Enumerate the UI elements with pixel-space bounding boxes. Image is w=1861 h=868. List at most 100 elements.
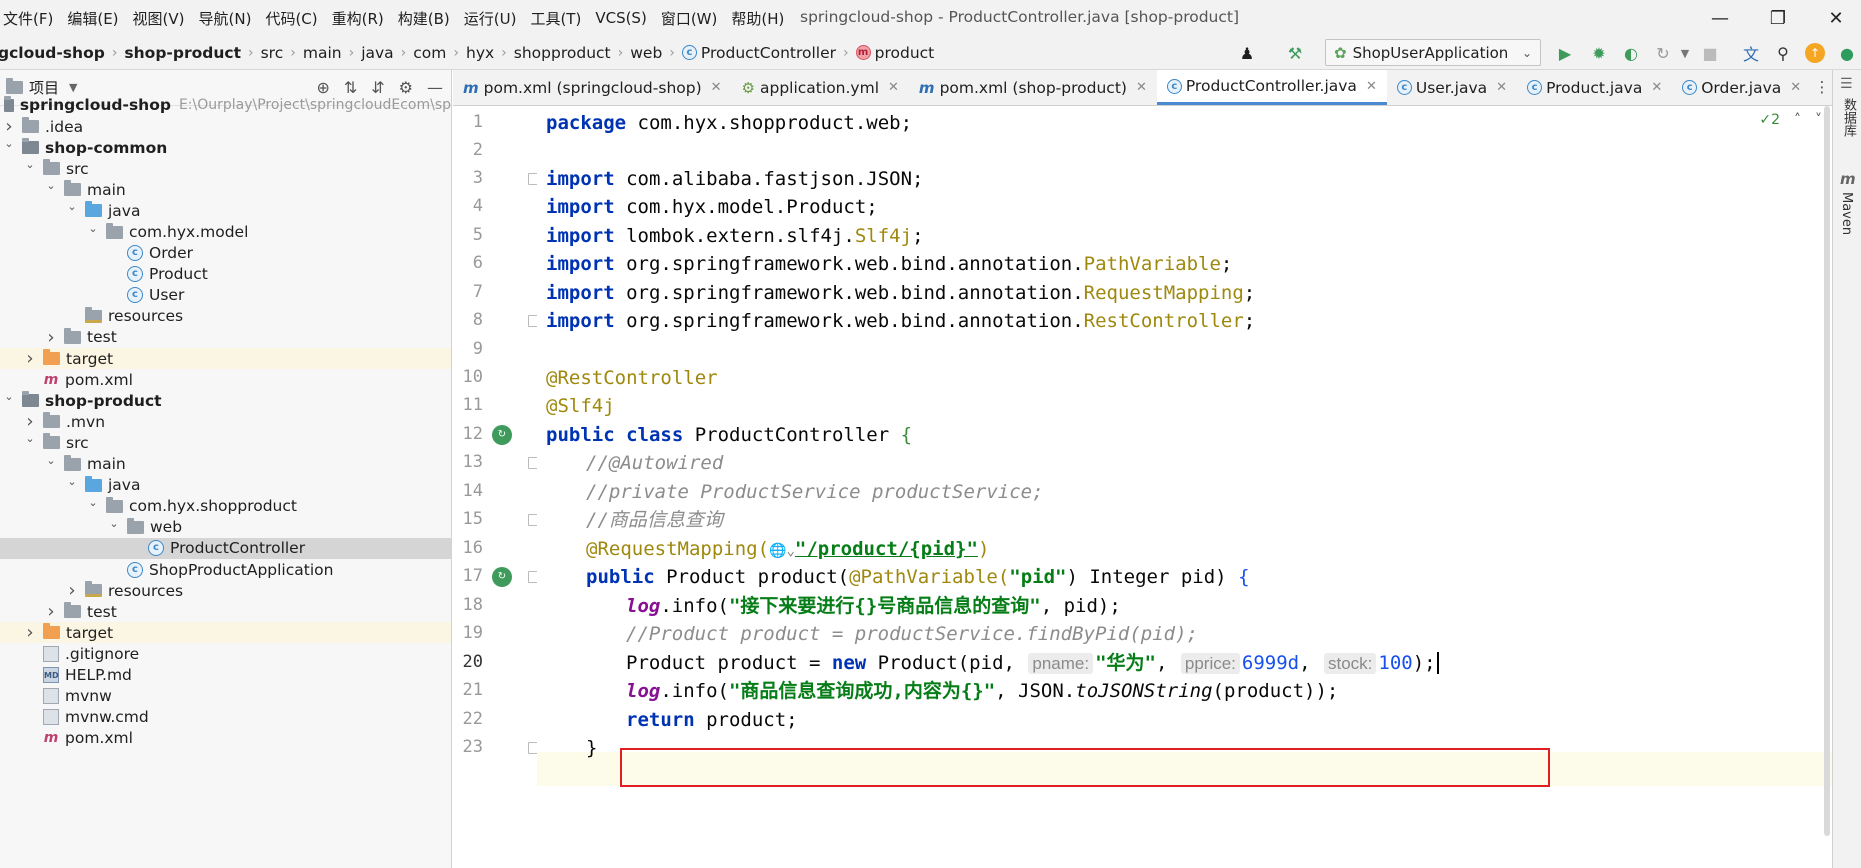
menu-item[interactable]: 重构(R)	[325, 8, 391, 29]
tree-item[interactable]: ⌄ java	[0, 475, 451, 496]
menu-item[interactable]: 运行(U)	[457, 8, 524, 29]
menu-item[interactable]: 帮助(H)	[724, 8, 791, 29]
close-tab-icon[interactable]: ✕	[888, 80, 899, 95]
maximize-icon[interactable]: ❐	[1755, 0, 1801, 36]
tree-item[interactable]: ⌄ com.hyx.model	[0, 221, 451, 242]
database-tool-button[interactable]: 数据库	[1839, 98, 1858, 137]
chevron-right-icon[interactable]: ›	[44, 327, 58, 348]
close-tab-icon[interactable]: ✕	[1366, 79, 1377, 94]
breadcrumb-item[interactable]: gcloud-shop	[0, 44, 105, 62]
breadcrumb-item[interactable]: shop-product	[124, 44, 241, 62]
chevron-down-icon[interactable]: ⌄	[86, 496, 100, 509]
chevron-right-icon[interactable]: ›	[23, 622, 37, 643]
maven-tool-button[interactable]: Maven	[1839, 192, 1854, 235]
debug-icon[interactable]: ✹	[1588, 42, 1610, 64]
tree-item[interactable]: m pom.xml	[0, 369, 451, 390]
chevron-right-icon[interactable]: ›	[23, 411, 37, 432]
spring-bean-icon[interactable]: ↻	[492, 425, 512, 445]
more-run-icon[interactable]: ▼	[1674, 42, 1696, 64]
breadcrumb-item[interactable]: product	[875, 44, 935, 62]
chevron-down-icon[interactable]: ⌄	[2, 390, 16, 403]
chevron-up-icon[interactable]: ˄	[1794, 112, 1801, 128]
tree-root[interactable]: springcloud-shop E:\Ourplay\Project\spri…	[0, 94, 451, 116]
chevron-down-icon[interactable]: ⌄	[2, 137, 16, 150]
tree-item[interactable]: MD HELP.md	[0, 664, 451, 685]
editor-tab[interactable]: ⚙ application.yml ✕	[732, 70, 909, 105]
update-icon[interactable]: ↑	[1804, 42, 1826, 64]
editor-tab[interactable]: c Order.java ✕	[1672, 70, 1811, 105]
breadcrumb-item[interactable]: hyx	[466, 44, 494, 62]
menu-item[interactable]: 导航(N)	[192, 8, 259, 29]
editor-tab[interactable]: m pom.xml (shop-product) ✕	[909, 70, 1157, 105]
chevron-down-icon[interactable]: ˅	[1815, 112, 1822, 128]
tree-item[interactable]: › target	[0, 348, 451, 370]
tree-item[interactable]: m pom.xml	[0, 728, 451, 749]
menu-item[interactable]: 代码(C)	[258, 8, 324, 29]
run-icon[interactable]: ▶	[1554, 42, 1576, 64]
tree-item[interactable]: › test	[0, 601, 451, 622]
tree-item[interactable]: ⌄ src	[0, 432, 451, 453]
breadcrumb-item[interactable]: main	[303, 44, 342, 62]
breadcrumb-item[interactable]: com	[413, 44, 446, 62]
tree-item[interactable]: c ShopProductApplication	[0, 559, 451, 580]
tree-item[interactable]: ⌄ src	[0, 158, 451, 179]
plugin-icon[interactable]: ●	[1836, 42, 1858, 64]
close-icon[interactable]: ✕	[1813, 0, 1859, 36]
tree-item[interactable]: › target	[0, 622, 451, 644]
tree-item[interactable]: mvnw.cmd	[0, 707, 451, 728]
menu-item[interactable]: 窗口(W)	[654, 8, 725, 29]
globe-icon[interactable]: 🌐⌄	[769, 543, 795, 559]
scrollbar-thumb[interactable]	[1824, 106, 1830, 836]
menu-item[interactable]: 编辑(E)	[60, 8, 125, 29]
chevron-down-icon[interactable]: ⌄	[44, 179, 58, 192]
spring-bean-icon[interactable]: ↻	[492, 567, 512, 587]
tree-item[interactable]: ⌄ java	[0, 200, 451, 221]
chevron-down-icon[interactable]: ⌄	[44, 454, 58, 467]
code-editor[interactable]: ✓2 ˄ ˅ package com.hyx.shopproduct.web; …	[537, 106, 1832, 868]
build-hammer-icon[interactable]: ⚒	[1284, 42, 1306, 64]
chevron-down-icon[interactable]: ⌄	[23, 158, 37, 171]
tree-item[interactable]: ⌄ main	[0, 454, 451, 475]
menu-item[interactable]: VCS(S)	[588, 9, 653, 27]
editor-scrollbar[interactable]	[1822, 106, 1832, 836]
chevron-right-icon[interactable]: ›	[23, 348, 37, 369]
tree-item[interactable]: › test	[0, 327, 451, 348]
search-icon[interactable]: ⚲	[1772, 42, 1794, 64]
editor-tab[interactable]: c User.java ✕	[1387, 70, 1517, 105]
inspection-widget[interactable]: ✓2 ˄ ˅	[1759, 112, 1822, 128]
tree-item[interactable]: c Product	[0, 264, 451, 285]
translate-icon[interactable]: 文	[1740, 42, 1762, 64]
chevron-down-icon[interactable]: ⌄	[23, 432, 37, 445]
chevron-down-icon[interactable]: ⌄	[65, 200, 79, 213]
tree-item[interactable]: ⌄ main	[0, 179, 451, 200]
tabs-menu-icon[interactable]: ⋮	[1812, 78, 1832, 96]
tree-item[interactable]: › .idea	[0, 116, 451, 137]
chevron-down-icon[interactable]: ▼	[69, 81, 77, 94]
profile-icon[interactable]: ↻	[1652, 42, 1674, 64]
menu-item[interactable]: 视图(V)	[126, 8, 192, 29]
tree-item[interactable]: c ProductController	[0, 537, 451, 559]
menu-item[interactable]: 工具(T)	[523, 8, 588, 29]
editor-tab[interactable]: c Product.java ✕	[1517, 70, 1672, 105]
tree-item[interactable]: › .mvn	[0, 411, 451, 432]
chevron-right-icon[interactable]: ›	[65, 580, 79, 601]
breadcrumb-item[interactable]: ProductController	[701, 44, 836, 62]
chevron-down-icon[interactable]: ⌄	[86, 222, 100, 235]
close-tab-icon[interactable]: ✕	[1496, 80, 1507, 95]
editor-tab[interactable]: c ProductController.java ✕	[1156, 70, 1387, 105]
tree-item[interactable]: .gitignore	[0, 643, 451, 664]
menu-item[interactable]: 构建(B)	[391, 8, 457, 29]
tree-item[interactable]: c User	[0, 285, 451, 306]
breadcrumb-item[interactable]: src	[261, 44, 284, 62]
tree-item[interactable]: ⌄ shop-common	[0, 137, 451, 158]
breadcrumb-item[interactable]: java	[361, 44, 393, 62]
close-tab-icon[interactable]: ✕	[1651, 80, 1662, 95]
minimize-icon[interactable]: —	[1697, 0, 1743, 36]
tree-item[interactable]: ⌄ shop-product	[0, 390, 451, 411]
user-icon[interactable]: ♟	[1236, 42, 1258, 64]
close-tab-icon[interactable]: ✕	[711, 80, 722, 95]
close-tab-icon[interactable]: ✕	[1790, 80, 1801, 95]
tree-item[interactable]: ⌄ com.hyx.shopproduct	[0, 496, 451, 517]
menu-item[interactable]: 文件(F)	[0, 8, 60, 29]
chevron-right-icon[interactable]: ›	[44, 601, 58, 622]
